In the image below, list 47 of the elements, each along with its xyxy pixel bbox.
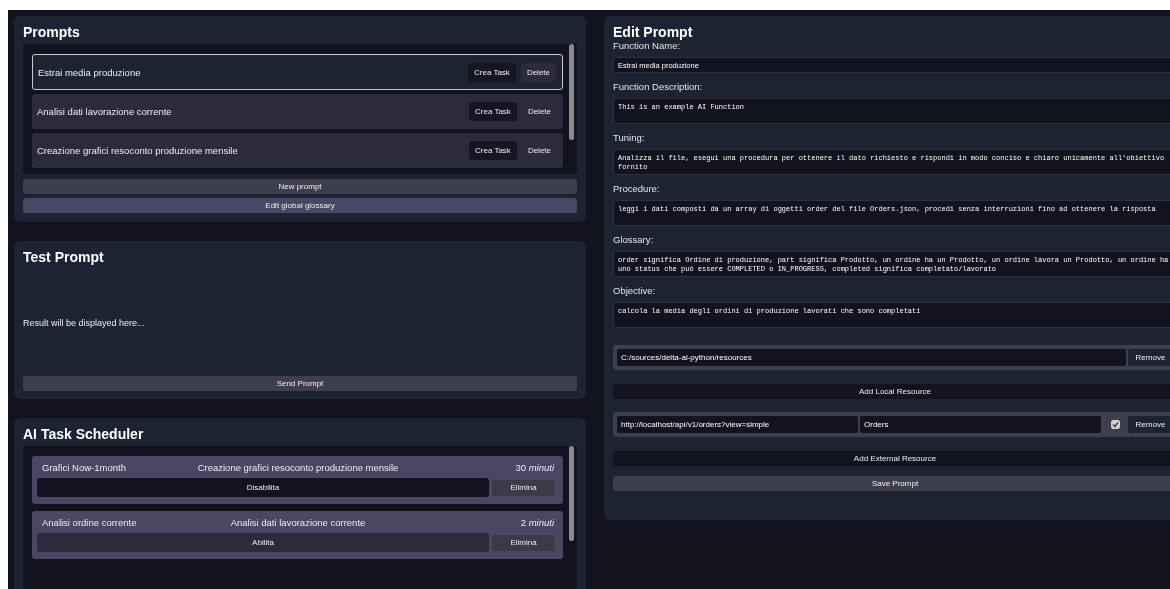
- field-label: Function Description:: [613, 81, 704, 92]
- result-text: Result will be displayed here...: [23, 317, 145, 328]
- scrollbar-thumb[interactable]: [569, 446, 574, 541]
- field-label: Function Name:: [613, 40, 682, 51]
- panel-title: Test Prompt: [23, 249, 105, 265]
- new-prompt-button[interactable]: New prompt: [23, 179, 577, 194]
- field-label: Procedure:: [613, 183, 661, 194]
- edit-glossary-button[interactable]: Edit global glossary: [23, 198, 577, 213]
- create-task-button[interactable]: Crea Task: [468, 62, 516, 82]
- task-name: Analisi ordine corrente: [42, 517, 138, 528]
- prompt-item[interactable]: Analisi dati lavorazione corrente Crea Task Delete: [32, 94, 563, 129]
- task-interval: 2 minuti: [519, 517, 554, 528]
- name-field[interactable]: Orders: [860, 416, 1101, 433]
- checkbox[interactable]: [1111, 420, 1120, 429]
- delete-button[interactable]: Delete: [521, 141, 557, 160]
- prompt-name: Analisi dati lavorazione corrente: [37, 106, 173, 117]
- delete-button[interactable]: Elimina: [492, 479, 555, 496]
- panel-title: Prompts: [23, 24, 81, 40]
- task-interval: 30 minuti: [514, 462, 554, 473]
- delete-button[interactable]: Delete: [520, 62, 556, 82]
- task-prompt: Analisi dati lavorazione corrente: [229, 517, 367, 528]
- scrollbar-thumb[interactable]: [569, 44, 574, 140]
- remove-button[interactable]: Remove: [1128, 416, 1170, 433]
- prompt-name: Estrai media produzione: [38, 66, 142, 78]
- url-field[interactable]: http://localhost/api/v1/orders?view=simple: [617, 416, 858, 433]
- prompt-item[interactable]: Creazione grafici resoconto produzione mensile Crea Task Delete: [32, 133, 563, 168]
- save-prompt-button[interactable]: Save Prompt: [613, 476, 1170, 491]
- task-prompt: Creazione grafici resoconto produzione mensile: [196, 462, 400, 473]
- add-local-button[interactable]: Add Local Resource: [613, 384, 1170, 399]
- delete-button[interactable]: Delete: [521, 102, 557, 121]
- prompt-name: Creazione grafici resoconto produzione mensile: [37, 145, 239, 156]
- panel-title: Edit Prompt: [613, 24, 694, 40]
- path-field[interactable]: C:/sources/delta-ai-python/resources: [617, 349, 1126, 366]
- add-external-button[interactable]: Add External Resource: [613, 451, 1170, 466]
- panel-title: AI Task Scheduler: [23, 426, 145, 442]
- task-name: Grafici Now-1month: [42, 462, 127, 473]
- send-prompt-button[interactable]: Send Prompt: [23, 376, 577, 391]
- create-task-button[interactable]: Crea Task: [469, 102, 517, 121]
- toggle-button[interactable]: Disabilita: [37, 478, 489, 497]
- delete-button[interactable]: Elimina: [492, 534, 555, 551]
- remove-button[interactable]: Remove: [1128, 349, 1170, 366]
- create-task-button[interactable]: Crea Task: [469, 141, 517, 160]
- field-label: Glossary:: [613, 234, 655, 245]
- field-label: Objective:: [613, 285, 657, 296]
- field-label: Tuning:: [613, 132, 646, 143]
- prompt-item[interactable]: Estrai media produzione Crea Task Delete: [32, 54, 563, 90]
- toggle-button[interactable]: Abilita: [37, 533, 489, 552]
